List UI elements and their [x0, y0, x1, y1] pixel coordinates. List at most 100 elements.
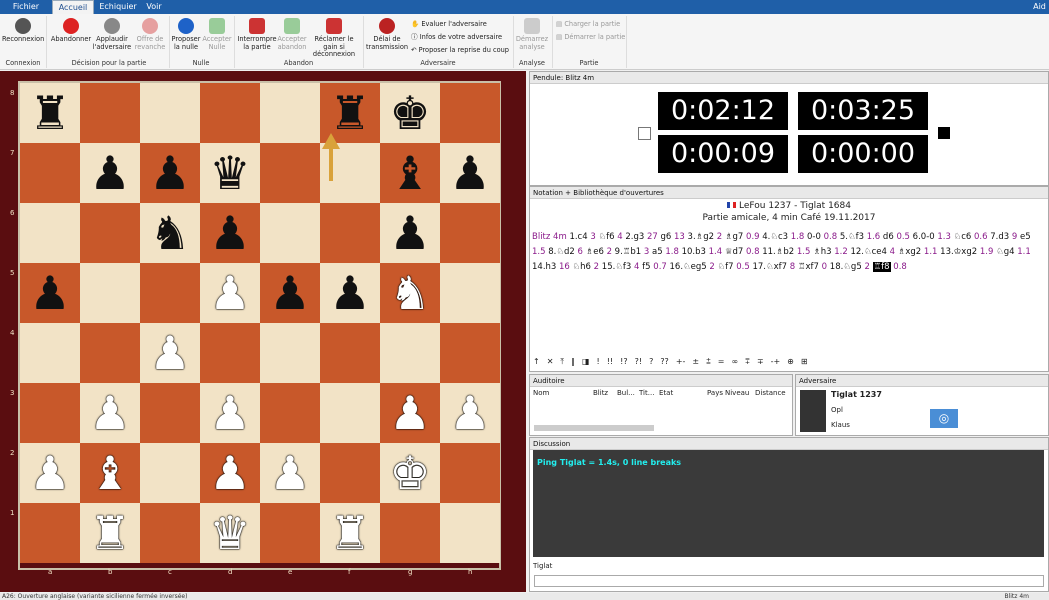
- evaluate-opponent-button[interactable]: ✋ Evaluer l'adversaire: [411, 20, 487, 28]
- white-bishop-icon[interactable]: ♝: [89, 450, 130, 496]
- annotation-symbol-button[interactable]: ⤒: [560, 357, 564, 366]
- black-pawn-icon[interactable]: ♟: [269, 270, 310, 316]
- square-g4[interactable]: [380, 323, 440, 383]
- square-e4[interactable]: [260, 323, 320, 383]
- annotation-symbol-button[interactable]: ?: [649, 357, 653, 366]
- square-b8[interactable]: [80, 83, 140, 143]
- black-pawn-icon[interactable]: ♟: [89, 150, 130, 196]
- square-g2[interactable]: ♚: [380, 443, 440, 503]
- square-f3[interactable]: [320, 383, 380, 443]
- annotation-symbol-button[interactable]: ↑: [533, 357, 540, 366]
- square-c7[interactable]: ♟: [140, 143, 200, 203]
- opponent-info-button[interactable]: ⓘ Infos de votre adversaire: [411, 33, 502, 41]
- square-a5[interactable]: ♟: [20, 263, 80, 323]
- annotation-symbol-button[interactable]: =: [718, 357, 725, 366]
- square-e8[interactable]: [260, 83, 320, 143]
- square-b2[interactable]: ♝: [80, 443, 140, 503]
- annotation-symbol-button[interactable]: !!: [607, 357, 613, 366]
- propose-draw-button[interactable]: Proposer la nulle: [170, 18, 202, 51]
- annotation-symbol-button[interactable]: ⊞: [801, 357, 808, 366]
- square-e2[interactable]: ♟: [260, 443, 320, 503]
- tab-view[interactable]: Voir: [140, 0, 168, 14]
- square-d4[interactable]: [200, 323, 260, 383]
- square-f2[interactable]: [320, 443, 380, 503]
- square-a1[interactable]: [20, 503, 80, 563]
- square-h5[interactable]: [440, 263, 500, 323]
- chat-input[interactable]: [534, 575, 1044, 587]
- square-d5[interactable]: ♟: [200, 263, 260, 323]
- interrupt-game-button[interactable]: Interrompre la partie: [236, 18, 278, 51]
- square-h6[interactable]: [440, 203, 500, 263]
- white-rook-icon[interactable]: ♜: [89, 510, 130, 556]
- annotation-symbol-button[interactable]: ◨: [582, 357, 590, 366]
- square-h8[interactable]: [440, 83, 500, 143]
- applaud-button[interactable]: Applaudir l'adversaire: [92, 18, 132, 51]
- square-f5[interactable]: ♟: [320, 263, 380, 323]
- start-game-button[interactable]: ▤ Démarrer la partie: [556, 33, 625, 41]
- claim-win-button[interactable]: Réclamer le gain si déconnexion: [307, 18, 361, 59]
- black-pawn-icon[interactable]: ♟: [209, 210, 250, 256]
- audience-column-header[interactable]: Distance: [755, 389, 786, 397]
- annotation-symbol-button[interactable]: ?!: [635, 357, 642, 366]
- square-b1[interactable]: ♜: [80, 503, 140, 563]
- move-list[interactable]: Blitz 4m 1.c4 3 ♘f6 4 2.g3 27 g6 13 3.♗g…: [532, 230, 1044, 275]
- square-b6[interactable]: [80, 203, 140, 263]
- square-g5[interactable]: ♞: [380, 263, 440, 323]
- square-a2[interactable]: ♟: [20, 443, 80, 503]
- white-king-icon[interactable]: ♚: [389, 450, 430, 496]
- black-pawn-icon[interactable]: ♟: [329, 270, 370, 316]
- square-c2[interactable]: [140, 443, 200, 503]
- black-pawn-icon[interactable]: ♟: [449, 150, 490, 196]
- annotation-symbol-button[interactable]: ??: [660, 357, 669, 366]
- annotation-symbol-button[interactable]: ✕: [547, 357, 554, 366]
- white-pawn-icon[interactable]: ♟: [149, 330, 190, 376]
- black-rook-icon[interactable]: ♜: [29, 90, 70, 136]
- square-c6[interactable]: ♞: [140, 203, 200, 263]
- tab-home[interactable]: Accueil: [52, 0, 94, 14]
- black-rook-icon[interactable]: ♜: [329, 90, 370, 136]
- audience-column-header[interactable]: Nom: [533, 389, 549, 397]
- annotation-symbol-button[interactable]: ⩱: [745, 357, 750, 366]
- square-d2[interactable]: ♟: [200, 443, 260, 503]
- square-f6[interactable]: [320, 203, 380, 263]
- white-pawn-icon[interactable]: ♟: [449, 390, 490, 436]
- accept-abandon-button[interactable]: Accepter abandon: [277, 18, 307, 51]
- white-queen-icon[interactable]: ♛: [209, 510, 250, 556]
- audience-scrollbar[interactable]: [534, 425, 654, 431]
- square-e6[interactable]: [260, 203, 320, 263]
- annotation-symbol-button[interactable]: !?: [620, 357, 627, 366]
- white-rook-icon[interactable]: ♜: [329, 510, 370, 556]
- black-knight-icon[interactable]: ♞: [149, 210, 190, 256]
- square-g8[interactable]: ♚: [380, 83, 440, 143]
- white-pawn-icon[interactable]: ♟: [209, 450, 250, 496]
- square-a4[interactable]: [20, 323, 80, 383]
- black-pawn-icon[interactable]: ♟: [29, 270, 70, 316]
- square-h7[interactable]: ♟: [440, 143, 500, 203]
- square-f1[interactable]: ♜: [320, 503, 380, 563]
- square-b4[interactable]: [80, 323, 140, 383]
- annotation-symbol-button[interactable]: ∓: [757, 357, 764, 366]
- square-e1[interactable]: [260, 503, 320, 563]
- square-e5[interactable]: ♟: [260, 263, 320, 323]
- annotation-symbol-button[interactable]: ⊕: [787, 357, 794, 366]
- square-d7[interactable]: ♛: [200, 143, 260, 203]
- black-king-icon[interactable]: ♚: [389, 90, 430, 136]
- square-c3[interactable]: [140, 383, 200, 443]
- square-a8[interactable]: ♜: [20, 83, 80, 143]
- audience-column-header[interactable]: Pays: [707, 389, 723, 397]
- load-game-button[interactable]: ▤ Charger la partie: [556, 20, 620, 28]
- annotation-symbol-button[interactable]: +-: [676, 357, 686, 366]
- audience-column-header[interactable]: Etat: [659, 389, 673, 397]
- resign-button[interactable]: Abandonner: [50, 18, 92, 44]
- accept-draw-button[interactable]: Accepter Nulle: [202, 18, 232, 51]
- square-d6[interactable]: ♟: [200, 203, 260, 263]
- square-a7[interactable]: [20, 143, 80, 203]
- square-g6[interactable]: ♟: [380, 203, 440, 263]
- black-pawn-icon[interactable]: ♟: [389, 210, 430, 256]
- tab-help[interactable]: Aid: [1030, 0, 1049, 14]
- square-d1[interactable]: ♛: [200, 503, 260, 563]
- square-e7[interactable]: [260, 143, 320, 203]
- white-pawn-icon[interactable]: ♟: [29, 450, 70, 496]
- annotation-symbol-button[interactable]: ‖: [571, 357, 575, 366]
- annotation-symbol-button[interactable]: !: [597, 357, 600, 366]
